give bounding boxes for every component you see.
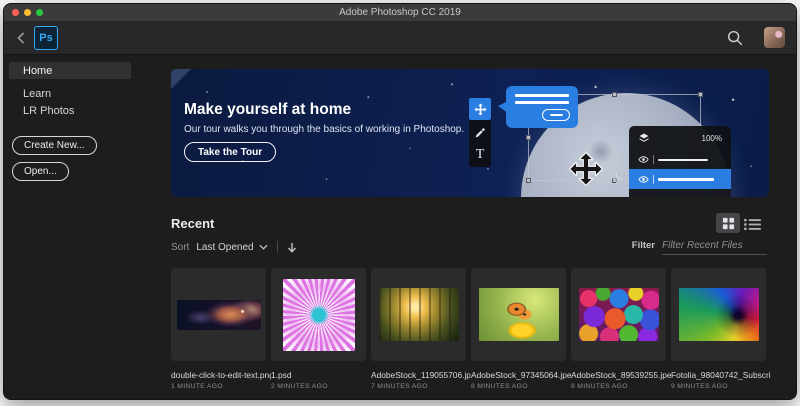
take-the-tour-button[interactable]: Take the Tour xyxy=(184,142,276,162)
eye-icon xyxy=(638,156,649,163)
app-header-bar: Ps xyxy=(4,21,796,55)
file-time: 1 MINUTE AGO xyxy=(171,383,266,390)
sort-dropdown[interactable]: Last Opened xyxy=(196,242,267,253)
recent-file[interactable]: double-click-to-edit-text.png 1 MINUTE A… xyxy=(171,268,266,390)
recent-files-grid: double-click-to-edit-text.png 1 MINUTE A… xyxy=(171,268,766,390)
file-thumbnail xyxy=(177,300,261,330)
close-window-button[interactable] xyxy=(12,9,19,16)
banner-title: Make yourself at home xyxy=(184,101,351,119)
filter-controls: Filter xyxy=(632,240,767,255)
selection-handle xyxy=(612,92,617,97)
sort-value: Last Opened xyxy=(196,242,253,253)
file-time: 8 MINUTES AGO xyxy=(571,383,666,390)
selection-handle xyxy=(526,135,531,140)
recent-file[interactable]: 1.psd 2 MINUTES AGO xyxy=(271,268,366,390)
recent-file[interactable]: AdobeStock_119055706.jpeg 7 MINUTES AGO xyxy=(371,268,466,390)
sidebar-item-learn[interactable]: Learn xyxy=(9,85,131,102)
divider xyxy=(277,241,278,253)
move-tool-icon xyxy=(469,98,491,120)
file-thumbnail xyxy=(283,279,355,351)
file-card[interactable] xyxy=(671,268,766,361)
tooltip-pill-button xyxy=(542,109,570,121)
tooltip-bubble-illustration xyxy=(506,86,578,128)
crosshair-marker xyxy=(611,173,622,184)
sidebar-item-lr-photos[interactable]: LR Photos xyxy=(9,102,131,119)
sort-label: Sort xyxy=(171,242,189,253)
search-icon[interactable] xyxy=(726,29,744,47)
sort-controls: Sort Last Opened xyxy=(171,241,297,253)
file-name: double-click-to-edit-text.png xyxy=(171,370,271,380)
file-time: 9 MINUTES AGO xyxy=(671,383,766,390)
file-name: AdobeStock_119055706.jpeg xyxy=(371,370,471,380)
recent-file[interactable]: AdobeStock_89539255.jpeg 8 MINUTES AGO xyxy=(571,268,666,390)
create-new-button[interactable]: Create New... xyxy=(12,136,97,155)
eyedropper-tool-icon xyxy=(469,121,491,143)
file-thumbnail xyxy=(379,288,459,341)
sort-direction-arrow-icon[interactable] xyxy=(287,242,297,253)
back-chevron-icon[interactable] xyxy=(17,32,25,44)
open-button[interactable]: Open... xyxy=(12,162,69,181)
recent-heading: Recent xyxy=(171,216,214,231)
sidebar-item-label: Learn xyxy=(23,88,51,100)
grid-view-button[interactable] xyxy=(716,213,740,233)
user-avatar[interactable] xyxy=(764,27,785,48)
sidebar-item-label: Home xyxy=(23,65,52,77)
file-name: Fotolia_98040742_Subscripti... xyxy=(671,370,771,380)
list-view-icon xyxy=(744,218,761,231)
opacity-value: 100% xyxy=(702,134,722,143)
file-card[interactable] xyxy=(571,268,666,361)
window-title: Adobe Photoshop CC 2019 xyxy=(4,7,796,18)
file-thumbnail xyxy=(579,288,659,341)
file-thumbnail xyxy=(479,288,559,341)
macos-titlebar: Adobe Photoshop CC 2019 xyxy=(4,4,796,21)
selected-layer-row xyxy=(629,169,731,189)
filter-label: Filter xyxy=(632,240,655,251)
file-time: 2 MINUTES AGO xyxy=(271,383,366,390)
minimize-window-button[interactable] xyxy=(24,9,31,16)
file-time: 8 MINUTES AGO xyxy=(471,383,566,390)
layers-panel-illustration: 100% xyxy=(629,126,731,197)
file-card[interactable] xyxy=(271,268,366,361)
banner-subtitle: Our tour walks you through the basics of… xyxy=(184,124,464,135)
file-thumbnail xyxy=(679,288,759,341)
sidebar-item-home[interactable]: Home xyxy=(9,62,131,79)
file-card[interactable] xyxy=(371,268,466,361)
zoom-window-button[interactable] xyxy=(36,9,43,16)
layers-icon xyxy=(638,132,650,144)
file-card[interactable] xyxy=(471,268,566,361)
welcome-banner: T 100% xyxy=(171,69,769,197)
photoshop-logo[interactable]: Ps xyxy=(34,26,58,50)
recent-file[interactable]: Fotolia_98040742_Subscripti... 9 MINUTES… xyxy=(671,268,766,390)
file-time: 7 MINUTES AGO xyxy=(371,383,466,390)
sidebar-item-label: LR Photos xyxy=(23,105,74,117)
move-cursor-icon xyxy=(569,152,603,186)
traffic-lights xyxy=(12,4,43,21)
grid-view-icon xyxy=(722,217,735,230)
eye-icon xyxy=(638,176,649,183)
list-view-button[interactable] xyxy=(740,214,764,234)
file-name: 1.psd xyxy=(271,370,371,380)
type-tool-icon: T xyxy=(469,144,491,166)
recent-file[interactable]: AdobeStock_97345064.jpeg 8 MINUTES AGO xyxy=(471,268,566,390)
file-name: AdobeStock_89539255.jpeg xyxy=(571,370,671,380)
chevron-down-icon xyxy=(259,244,268,250)
filter-input[interactable] xyxy=(662,240,767,255)
mini-toolbar: T xyxy=(469,98,491,167)
selection-handle xyxy=(698,92,703,97)
photoshop-window: Adobe Photoshop CC 2019 Ps Home Learn LR… xyxy=(3,3,797,400)
folded-corner-decoration xyxy=(171,69,191,89)
selection-handle xyxy=(526,178,531,183)
file-card[interactable] xyxy=(171,268,266,361)
file-name: AdobeStock_97345064.jpeg xyxy=(471,370,571,380)
